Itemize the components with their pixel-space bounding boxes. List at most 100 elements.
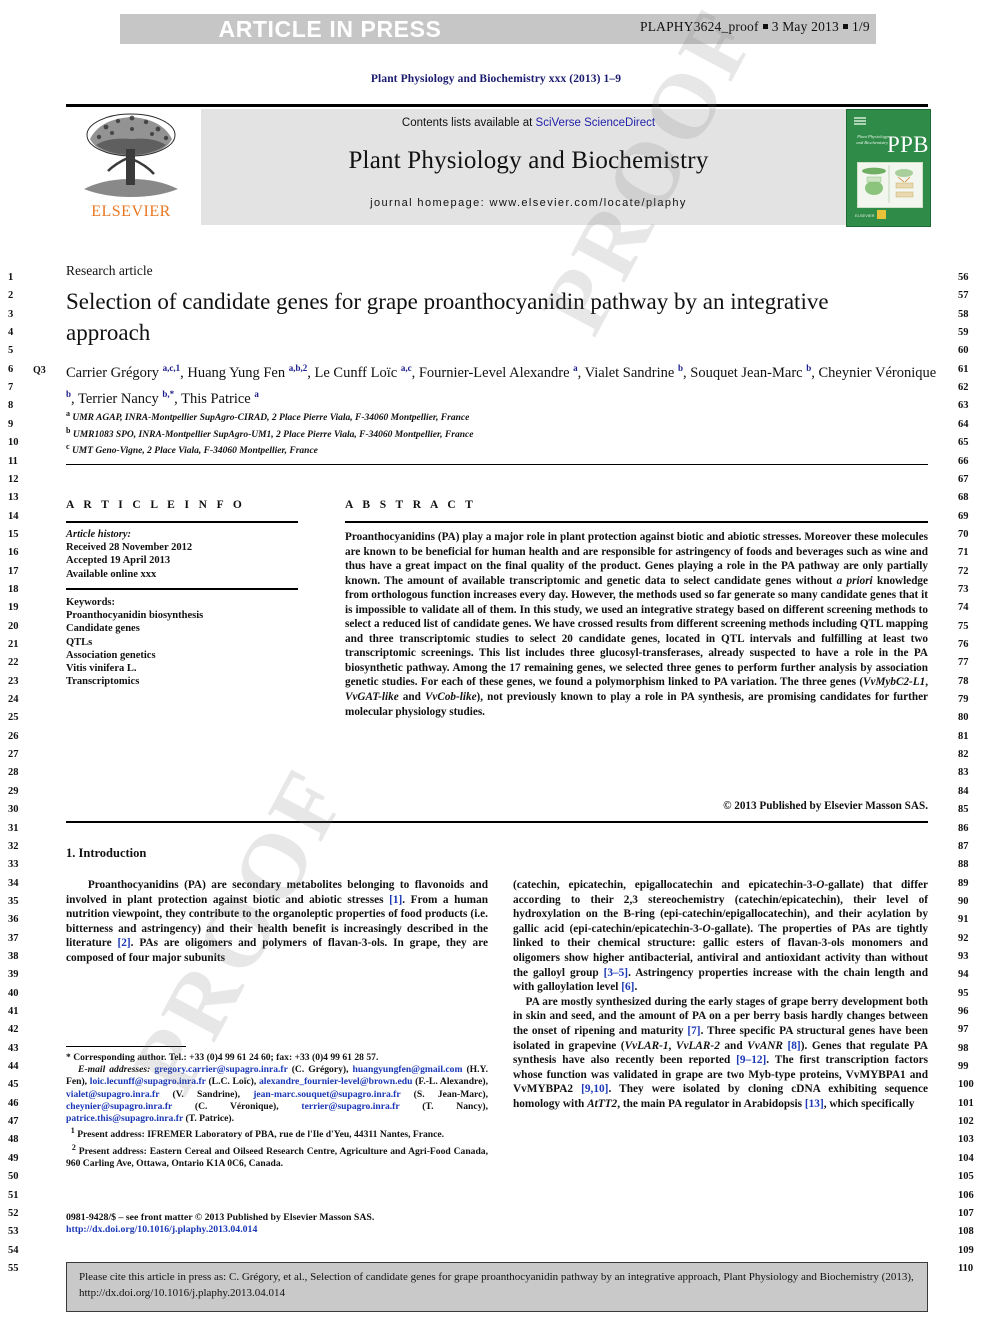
line-number: 4: [8, 327, 14, 339]
line-number: 91: [958, 914, 969, 926]
article-history-block: Article history: Received 28 November 20…: [66, 528, 304, 581]
line-number: 25: [8, 712, 19, 724]
cover-figure: [857, 162, 923, 208]
line-number: 11: [8, 455, 18, 467]
front-matter-block: 0981-9428/$ – see front matter © 2013 Pu…: [66, 1212, 496, 1237]
history-online: Available online xxx: [66, 568, 157, 580]
line-number: 79: [958, 694, 969, 706]
line-number: 27: [8, 749, 19, 761]
line-number: 44: [8, 1061, 19, 1073]
journal-title: Plant Physiology and Biochemistry: [348, 147, 709, 174]
line-number: 97: [958, 1024, 969, 1036]
line-number: 103: [958, 1134, 974, 1146]
line-number: 49: [8, 1152, 19, 1164]
masthead: ELSEVIER Contents lists available at Sci…: [66, 109, 931, 227]
line-number: 85: [958, 804, 969, 816]
line-number: 40: [8, 987, 19, 999]
line-number: 42: [8, 1024, 19, 1036]
affiliation-item: c UMT Geno-Vigne, 2 Place Viala, F-34060…: [66, 441, 686, 458]
line-number: 37: [8, 932, 19, 944]
line-number: 47: [8, 1116, 19, 1128]
line-number: 39: [8, 969, 19, 981]
line-number: 51: [8, 1189, 19, 1201]
line-number: 75: [958, 620, 969, 632]
section-heading-introduction: 1. Introduction: [66, 846, 147, 860]
line-number: 94: [958, 969, 969, 981]
article-in-press-label: ARTICLE IN PRESS: [218, 16, 442, 42]
line-number: 58: [958, 308, 969, 320]
article-info-rule: [66, 521, 298, 523]
line-number: 104: [958, 1152, 974, 1164]
separator-square-icon: [842, 24, 848, 29]
keyword-item: Vitis vinifera L.: [66, 663, 137, 675]
line-number: 5: [8, 345, 14, 357]
line-number: 45: [8, 1079, 19, 1091]
cover-footer-logos-icon: ELSEVIER: [855, 210, 886, 219]
journal-reference-line: Plant Physiology and Biochemistry xxx (2…: [370, 73, 622, 85]
affiliations-rule: [66, 464, 928, 465]
line-number: 72: [958, 565, 969, 577]
keyword-item: Transcriptomics: [66, 676, 140, 688]
line-number: 1: [8, 272, 14, 283]
line-number: 3: [8, 308, 14, 320]
affiliations-list: a UMR AGAP, INRA-Montpellier SupAgro-CIR…: [66, 408, 686, 458]
affiliation-item: b UMR1083 SPO, INRA-Montpellier SupAgro-…: [66, 425, 686, 442]
article-type-label: Research article: [66, 263, 153, 278]
line-number: 29: [8, 785, 19, 797]
affiliation-marker: a: [66, 409, 70, 418]
query-tag-q3[interactable]: Q3: [33, 365, 46, 376]
line-number: 52: [8, 1207, 19, 1219]
line-number: 16: [8, 547, 19, 559]
line-number: 10: [8, 437, 19, 449]
line-number: 31: [8, 822, 19, 834]
footnotes-block: * Corresponding author. Tel.: +33 (0)4 9…: [66, 1052, 488, 1169]
keyword-item: Association genetics: [66, 649, 156, 661]
line-number: 110: [958, 1262, 974, 1274]
body-column-left: Proanthocyanidins (PA) are secondary met…: [66, 879, 489, 964]
line-number: 83: [958, 767, 969, 779]
line-number: 34: [8, 877, 19, 889]
front-matter-line: 0981-9428/$ – see front matter © 2013 Pu…: [66, 1212, 375, 1223]
elsevier-wordmark: ELSEVIER: [91, 203, 171, 220]
history-received: Received 28 November 2012: [66, 542, 193, 554]
line-number: 19: [8, 602, 19, 614]
line-number: 18: [8, 583, 19, 595]
line-number: 33: [8, 859, 19, 871]
sciencedirect-link[interactable]: SciVerse ScienceDirect: [536, 117, 656, 129]
body-column-right: (catechin, epicatechin, epigallocatechin…: [513, 879, 929, 1110]
line-number: 92: [958, 932, 969, 944]
line-number: 99: [958, 1061, 969, 1073]
line-number: 26: [8, 730, 19, 742]
line-number: 62: [958, 382, 969, 394]
line-number: 77: [958, 657, 969, 669]
page-canvas: ARTICLE IN PRESS PLAPHY3624_proof 3 May 2…: [0, 0, 992, 1323]
abstract-heading: A B S T R A C T: [345, 499, 477, 511]
line-number: 53: [8, 1226, 19, 1238]
line-number: 23: [8, 675, 19, 687]
line-number: 102: [958, 1116, 974, 1128]
line-number: 57: [958, 290, 969, 302]
line-number: 20: [8, 620, 19, 632]
affiliation-text: UMR1083 SPO, INRA-Montpellier SupAgro-UM…: [72, 429, 474, 440]
line-number: 86: [958, 822, 969, 834]
line-number: 60: [958, 345, 969, 357]
line-number: 9: [8, 418, 14, 430]
line-number: 107: [958, 1207, 974, 1219]
line-number: 74: [958, 602, 969, 614]
proof-date: 3 May 2013: [771, 19, 839, 34]
proof-page: 1/9: [851, 19, 870, 34]
abstract-copyright: © 2013 Published by Elsevier Masson SAS.: [723, 800, 928, 812]
line-number: 78: [958, 675, 969, 687]
line-number: 8: [8, 400, 14, 412]
line-number: 89: [958, 877, 969, 889]
line-number: 30: [8, 804, 19, 816]
journal-homepage-line[interactable]: journal homepage: www.elsevier.com/locat…: [201, 197, 856, 209]
line-number: 14: [8, 510, 19, 522]
contents-lists-prefix: Contents lists available at: [401, 117, 536, 129]
doi-link[interactable]: http://dx.doi.org/10.1016/j.plaphy.2013.…: [66, 1224, 496, 1236]
line-number: 7: [8, 382, 14, 394]
line-number: 76: [958, 639, 969, 650]
line-number: 100: [958, 1079, 974, 1091]
line-number: 22: [8, 657, 19, 669]
line-number: 36: [8, 914, 19, 926]
